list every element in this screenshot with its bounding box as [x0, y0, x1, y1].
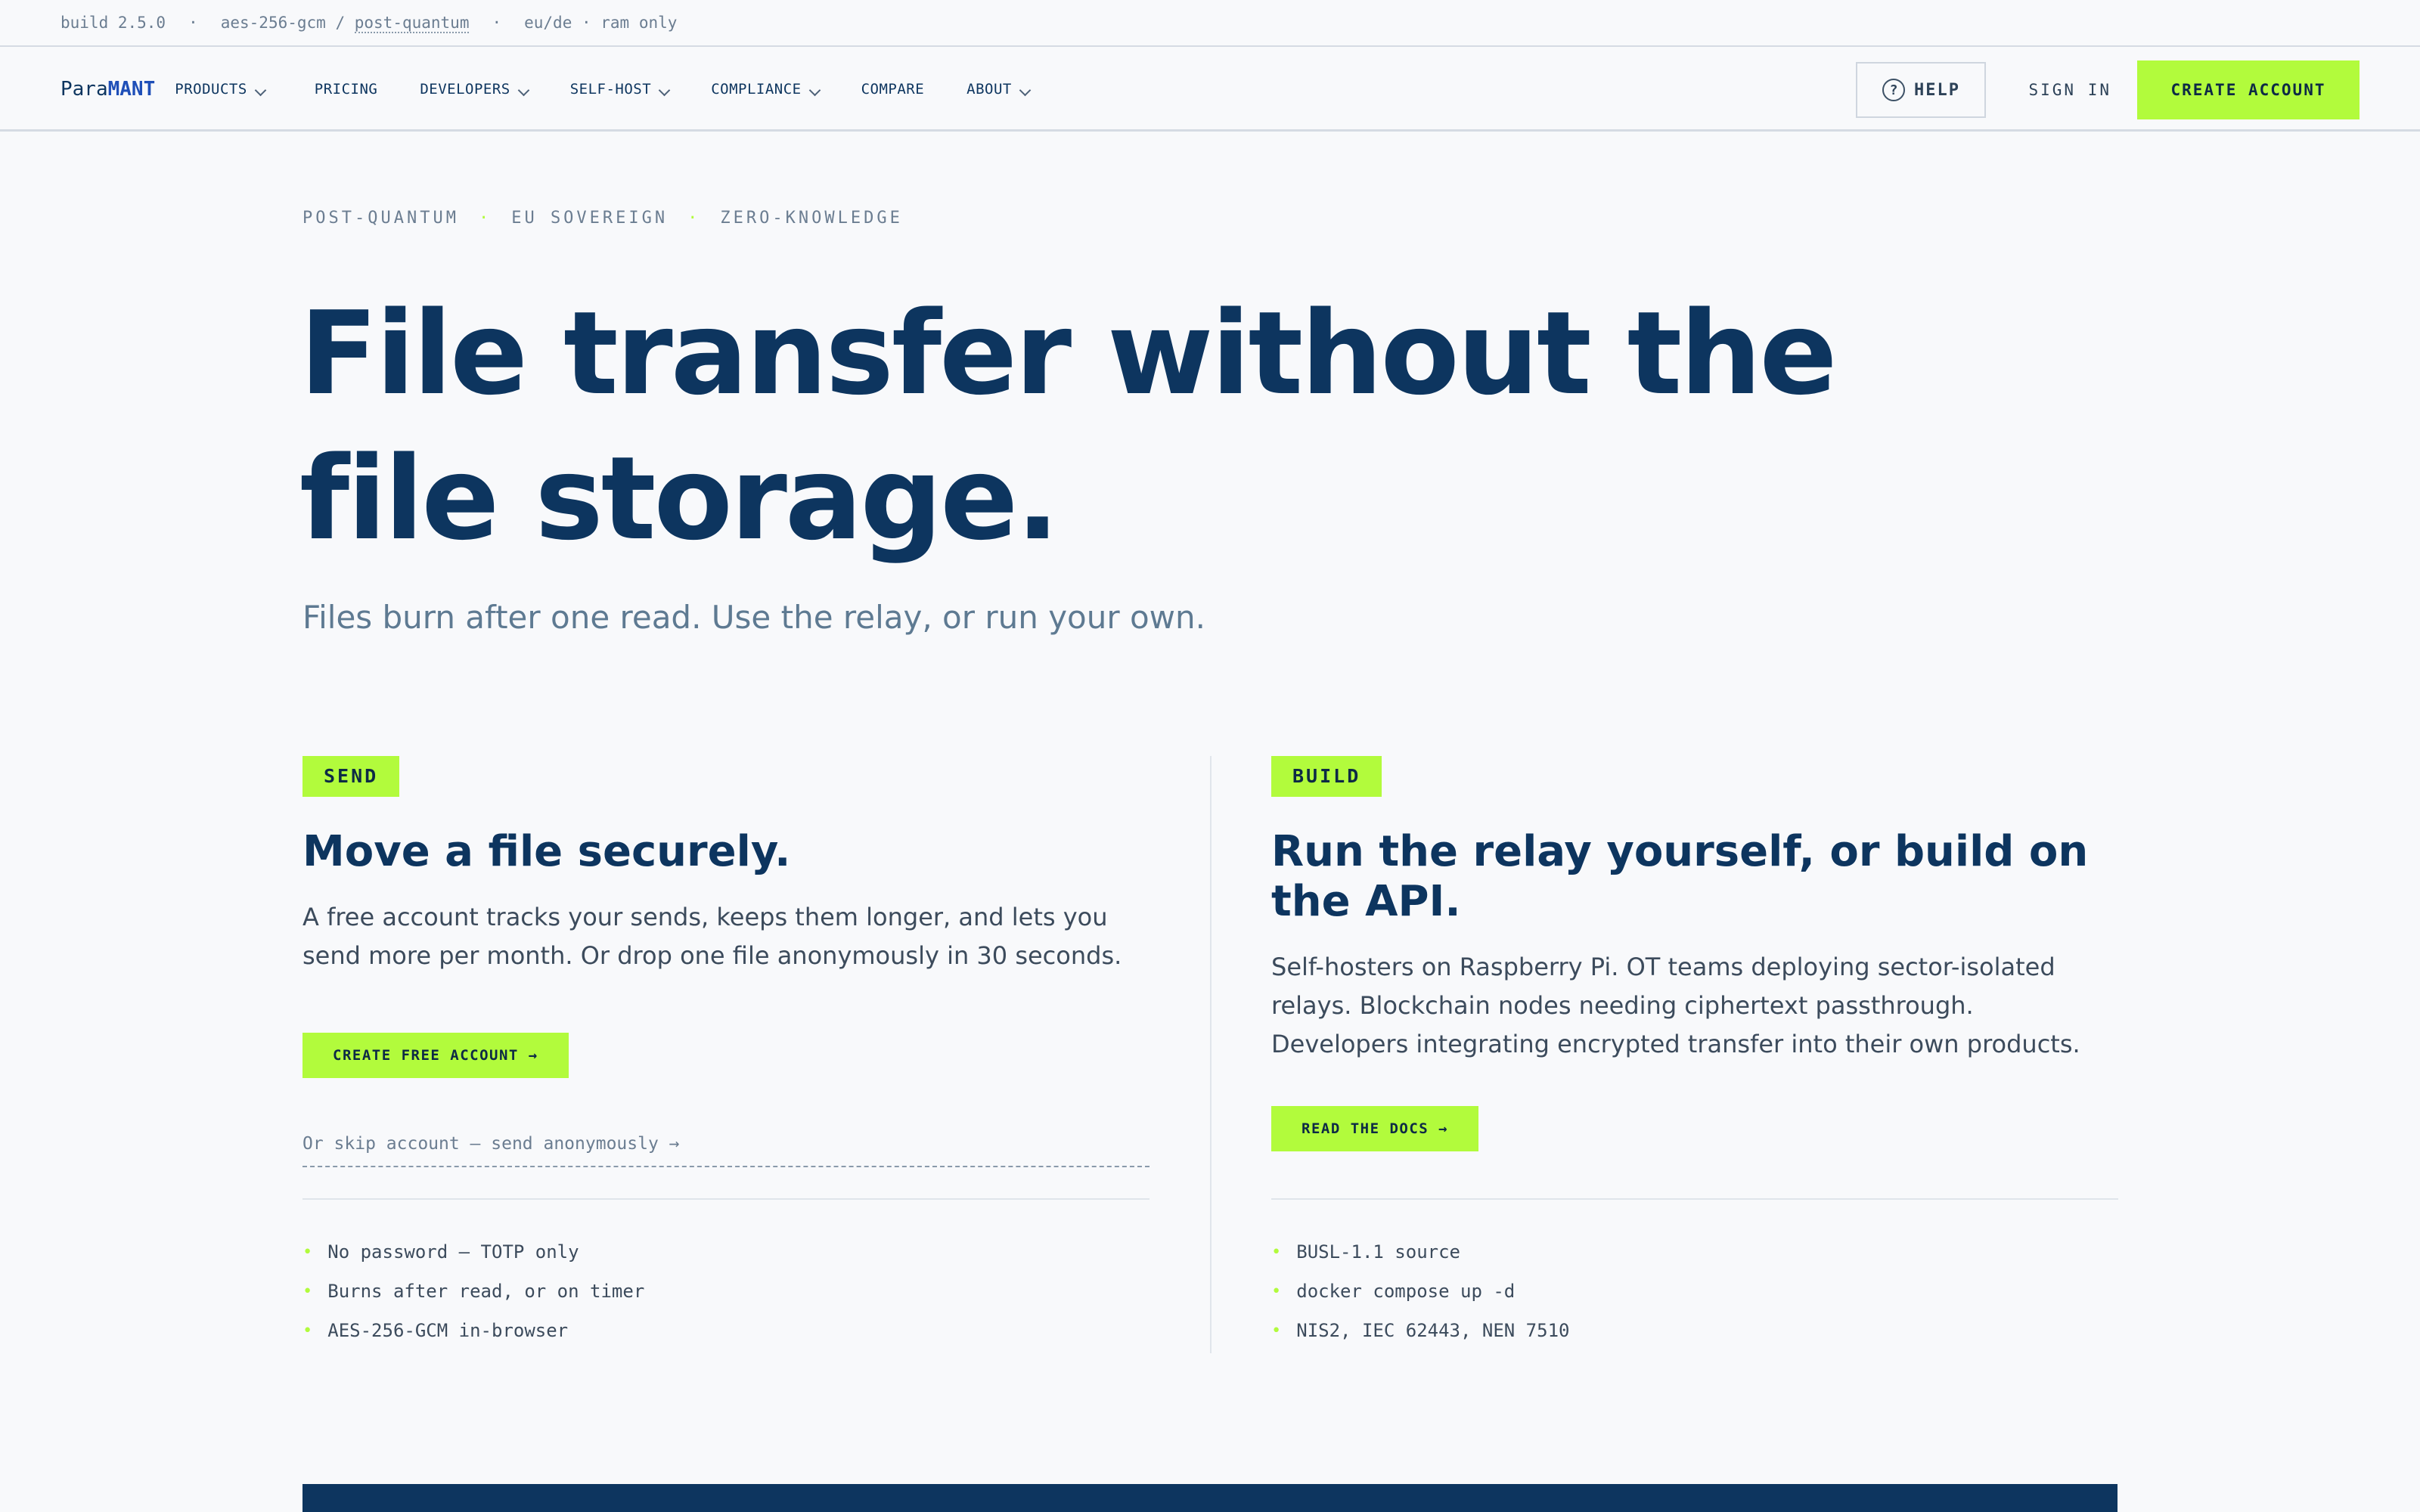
bullet-icon: •	[1271, 1281, 1282, 1301]
nav-item-label: COMPARE	[861, 80, 925, 98]
send-divider	[302, 1198, 1150, 1200]
build-version: build 2.5.0	[60, 14, 166, 32]
feature-text: NIS2, IEC 62443, NEN 7510	[1296, 1320, 1570, 1341]
feature-text: No password — TOTP only	[327, 1241, 579, 1263]
list-item: • AES-256-GCM in-browser	[302, 1311, 644, 1350]
nav-item-label: DEVELOPERS	[420, 80, 510, 98]
hero-eyebrow: POST-QUANTUM · EU SOVEREIGN · ZERO-KNOWL…	[302, 209, 903, 228]
build-feature-list: • BUSL-1.1 source • docker compose up -d •…	[1271, 1232, 1569, 1350]
nav-item-compare[interactable]: COMPARE	[861, 81, 925, 98]
nav-item-label: PRODUCTS	[175, 80, 247, 98]
send-title: Move a file securely.	[302, 827, 791, 876]
send-description: A free account tracks your sends, keeps …	[302, 903, 1122, 970]
list-item: • Burns after read, or on timer	[302, 1272, 644, 1311]
eyebrow-dot: ·	[687, 209, 701, 228]
bullet-icon: •	[302, 1242, 313, 1262]
chevron-down-icon	[808, 84, 821, 97]
bullet-icon: •	[1271, 1242, 1282, 1262]
nav-item-label: SELF-HOST	[569, 80, 652, 98]
list-item: • NIS2, IEC 62443, NEN 7510	[1271, 1311, 1569, 1350]
eyebrow-item: POST-QUANTUM	[302, 209, 459, 228]
cipher-info: aes-256-gcm / post-quantum	[220, 14, 470, 33]
column-divider	[1210, 756, 1212, 1353]
read-the-docs-button[interactable]: READ THE DOCS →	[1271, 1106, 1479, 1151]
status-bar: build 2.5.0 · aes-256-gcm / post-quantum…	[0, 0, 2420, 47]
create-account-button[interactable]: CREATE ACCOUNT	[2137, 60, 2360, 119]
logo[interactable]: ParaMANT	[60, 78, 155, 101]
help-icon: ?	[1882, 79, 1905, 101]
nav-item-self-host[interactable]: SELF-HOST	[569, 80, 671, 98]
send-anonymously-link[interactable]: Or skip account — send anonymously →	[302, 1134, 1150, 1167]
eyebrow-item: ZERO-KNOWLEDGE	[720, 209, 903, 228]
create-free-account-button[interactable]: CREATE FREE ACCOUNT →	[302, 1033, 569, 1078]
help-button[interactable]: ? HELP	[1856, 62, 1987, 118]
chevron-down-icon	[254, 84, 267, 97]
nav-item-products[interactable]: PRODUCTS	[175, 80, 267, 98]
nav-item-about[interactable]: ABOUT	[966, 80, 1032, 98]
nav-item-developers[interactable]: DEVELOPERS	[420, 80, 530, 98]
nav-item-label: ABOUT	[966, 80, 1012, 98]
logo-suffix: MANT	[107, 77, 156, 101]
separator: ·	[492, 14, 502, 32]
build-title: Run the relay yourself, or build on the …	[1271, 827, 2089, 926]
build-badge: BUILD	[1271, 756, 1382, 797]
bullet-icon: •	[302, 1281, 313, 1301]
eyebrow-item: EU SOVEREIGN	[511, 209, 669, 228]
post-quantum-link[interactable]: post-quantum	[354, 14, 470, 33]
nav-item-label: PRICING	[314, 80, 378, 98]
feature-text: Burns after read, or on timer	[327, 1281, 645, 1302]
cipher-prefix: aes-256-gcm /	[220, 14, 355, 32]
build-column: BUILD Run the relay yourself, or build o…	[1271, 756, 2118, 1151]
send-column: SEND Move a file securely. A free accoun…	[302, 756, 1150, 1078]
hero-headline: File transfer without the file storage.	[299, 287, 1838, 565]
eyebrow-dot: ·	[478, 209, 492, 228]
chevron-down-icon	[658, 84, 671, 97]
nav-item-compliance[interactable]: COMPLIANCE	[711, 80, 821, 98]
separator: ·	[188, 14, 198, 32]
hero-subhead: Files burn after one read. Use the relay…	[302, 599, 1206, 636]
feature-text: BUSL-1.1 source	[1296, 1241, 1460, 1263]
bottom-banner	[302, 1484, 2118, 1512]
region-info: eu/de · ram only	[524, 14, 678, 32]
build-description: Self-hosters on Raspberry Pi. OT teams d…	[1271, 953, 2080, 1058]
list-item: • No password — TOTP only	[302, 1232, 644, 1272]
list-item: • docker compose up -d	[1271, 1272, 1569, 1311]
chevron-down-icon	[1019, 84, 1032, 97]
sign-in-link[interactable]: SIGN IN	[2028, 81, 2111, 99]
send-feature-list: • No password — TOTP only • Burns after re…	[302, 1232, 644, 1350]
main-nav: ParaMANT PRODUCTS PRICING DEVELOPERS SEL…	[0, 48, 2420, 132]
nav-actions: ? HELP SIGN IN CREATE ACCOUNT	[1856, 60, 2360, 119]
bullet-icon: •	[302, 1321, 313, 1340]
help-label: HELP	[1913, 80, 1960, 100]
bullet-icon: •	[1271, 1321, 1282, 1340]
logo-prefix: Para	[60, 77, 108, 101]
build-divider	[1271, 1198, 2118, 1200]
feature-text: AES-256-GCM in-browser	[327, 1320, 569, 1341]
send-badge: SEND	[302, 756, 400, 797]
nav-item-label: COMPLIANCE	[711, 80, 802, 98]
nav-item-pricing[interactable]: PRICING	[315, 81, 378, 98]
chevron-down-icon	[517, 84, 530, 97]
feature-text: docker compose up -d	[1296, 1281, 1516, 1302]
list-item: • BUSL-1.1 source	[1271, 1232, 1569, 1272]
